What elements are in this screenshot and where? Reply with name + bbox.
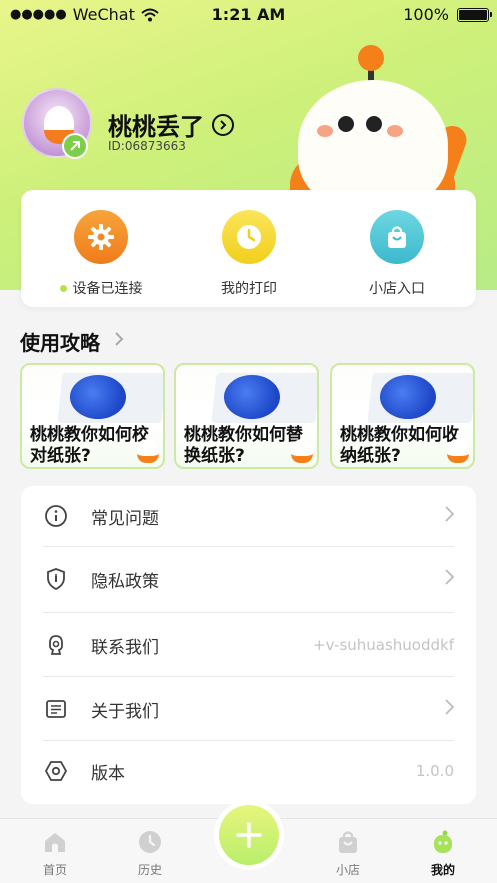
menu-label: 版本 [91,763,125,784]
menu-label: 关于我们 [91,701,159,722]
quick-actions-card: 设备已连接 我的打印 小店入口 [21,190,476,307]
menu-item-version: 版本 1.0.0 [21,741,476,801]
guide-title: 桃桃教你如何收纳纸张? [340,425,459,467]
profile-name-link[interactable]: 桃桃丢了 [108,107,234,142]
tab-mine[interactable]: 我的 [413,829,473,878]
menu-label: 隐私政策 [91,571,159,592]
battery-percent: 100% [403,5,449,24]
contact-wechat-id: +v-suhuashuoddkf [313,636,454,654]
shield-icon [44,567,68,591]
avatar-edit-badge[interactable] [62,133,88,159]
menu-item-faq[interactable]: 常见问题 [21,486,476,546]
profile-name: 桃桃丢了 [108,113,204,141]
quick-action-label: 小店入口 [369,281,425,297]
battery-icon [457,7,492,22]
arrow-icon [70,141,80,151]
menu-label: 联系我们 [91,637,159,658]
home-icon [42,829,68,855]
mascot-icon [137,439,159,463]
tab-label: 我的 [430,863,455,877]
device-connected-button[interactable]: 设备已连接 [31,210,171,298]
gear-icon [74,210,128,264]
chevron-right-icon [445,568,455,590]
mascot-icon [430,829,456,855]
mascot-icon [291,439,313,463]
menu-label: 常见问题 [91,508,159,529]
guide-title: 桃桃教你如何校对纸张? [30,425,149,467]
tab-label: 首页 [42,863,67,877]
mascot-icon [447,439,469,463]
mascot-illustration [285,40,485,215]
quick-action-label: 设备已连接 [72,281,143,297]
status-bar: ●●●●● WeChat 1:21 AM 100% [0,0,497,30]
guide-card[interactable]: 桃桃教你如何校对纸张? [20,363,165,469]
divider [43,612,454,613]
shopping-bag-icon [370,210,424,264]
menu-item-contact[interactable]: 联系我们 +v-suhuashuoddkf [21,615,476,675]
shop-entry-button[interactable]: 小店入口 [327,210,467,298]
info-icon [44,504,68,528]
version-number: 1.0.0 [415,762,454,780]
guide-card[interactable]: 桃桃教你如何替换纸张? [174,363,319,469]
tab-label: 小店 [335,863,360,877]
menu-item-about[interactable]: 关于我们 [21,679,476,739]
chevron-right-icon [445,505,455,527]
clock-icon [222,210,276,264]
chevron-right-icon [114,331,124,352]
quick-action-label: 我的打印 [221,281,277,297]
hexagon-icon [44,759,68,783]
battery-group: 100% [403,5,492,24]
tab-label: 历史 [137,863,162,877]
contact-icon [44,633,68,657]
plus-icon [236,822,262,848]
tab-history[interactable]: 历史 [120,829,180,878]
document-icon [44,697,68,721]
settings-menu: 常见问题 隐私政策 联系我们 +v-suhuashuoddkf 关于我们 版本 … [21,486,476,804]
chevron-right-icon [445,698,455,720]
divider [43,676,454,677]
bag-icon [335,829,361,855]
paper-roll-image [70,375,126,419]
paper-roll-image [380,375,436,419]
guides-title: 使用攻略 [20,331,100,355]
divider [43,546,454,547]
tab-home[interactable]: 首页 [25,829,85,878]
connected-status-dot [59,284,67,292]
menu-item-privacy[interactable]: 隐私政策 [21,549,476,609]
guide-card[interactable]: 桃桃教你如何收纳纸张? [330,363,475,469]
my-prints-button[interactable]: 我的打印 [179,210,319,298]
tab-shop[interactable]: 小店 [318,829,378,878]
clock-icon [137,829,163,855]
paper-roll-image [224,375,280,419]
chevron-right-icon [212,113,234,136]
guides-section-header[interactable]: 使用攻略 [20,327,124,356]
print-add-button[interactable] [219,805,279,865]
user-id: ID:06873663 [108,139,186,153]
guide-title: 桃桃教你如何替换纸张? [184,425,303,467]
